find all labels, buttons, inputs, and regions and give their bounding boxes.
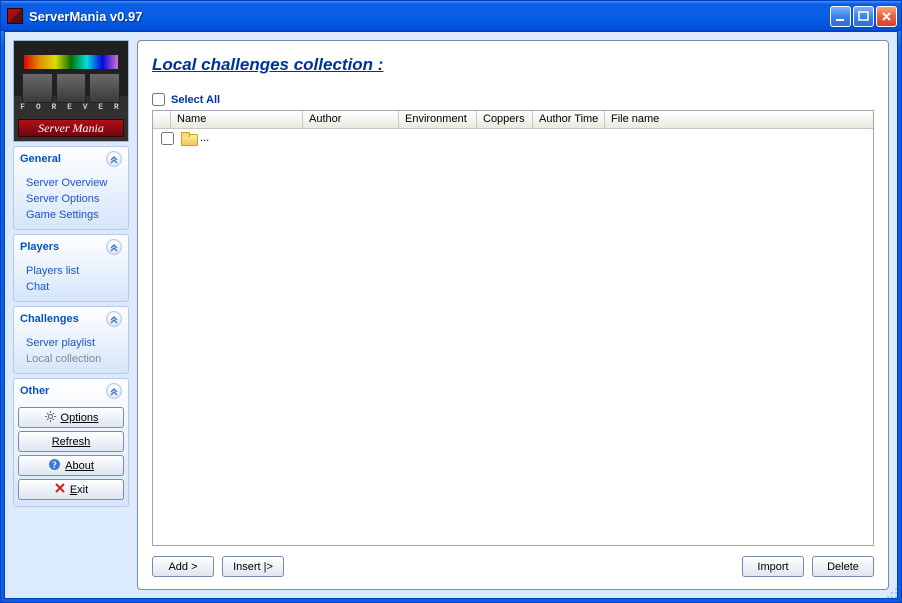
options-button[interactable]: Options	[18, 407, 124, 428]
button-label: Options	[61, 412, 99, 424]
col-checkbox[interactable]	[153, 111, 171, 128]
chevron-up-icon	[106, 151, 122, 167]
chevron-up-icon	[106, 239, 122, 255]
col-file-name[interactable]: File name	[605, 111, 859, 128]
delete-button[interactable]: Delete	[812, 556, 874, 577]
import-button[interactable]: Import	[742, 556, 804, 577]
button-label: About	[65, 460, 94, 472]
nav-server-overview[interactable]: Server Overview	[26, 175, 126, 191]
section-other: Other Options Refresh ? About	[13, 378, 129, 507]
page-title: Local challenges collection :	[152, 55, 874, 75]
button-label: Refresh	[52, 436, 91, 448]
section-other-header[interactable]: Other	[14, 379, 128, 403]
app-icon	[7, 8, 23, 24]
challenge-list: Name Author Environment Coppers Author T…	[152, 110, 874, 546]
help-icon: ?	[48, 458, 61, 474]
section-title: General	[20, 153, 106, 165]
nav-chat[interactable]: Chat	[26, 279, 126, 295]
close-button[interactable]	[876, 6, 897, 27]
minimize-button[interactable]	[830, 6, 851, 27]
insert-button[interactable]: Insert |>	[222, 556, 284, 577]
chevron-up-icon	[106, 311, 122, 327]
window-title: ServerMania v0.97	[29, 9, 830, 24]
gear-icon	[44, 410, 57, 426]
exit-button[interactable]: Exit	[18, 479, 124, 500]
section-players: Players Players list Chat	[13, 234, 129, 302]
resize-grip[interactable]	[884, 585, 898, 599]
app-logo: F O R E V E R Server Mania	[13, 40, 129, 142]
section-general: General Server Overview Server Options G…	[13, 146, 129, 230]
add-button[interactable]: Add >	[152, 556, 214, 577]
nav-players-list[interactable]: Players list	[26, 263, 126, 279]
col-tail[interactable]	[859, 111, 873, 128]
nav-server-playlist[interactable]: Server playlist	[26, 335, 126, 351]
section-challenges-header[interactable]: Challenges	[14, 307, 128, 331]
refresh-button[interactable]: Refresh	[18, 431, 124, 452]
col-name[interactable]: Name	[171, 111, 303, 128]
about-button[interactable]: ? About	[18, 455, 124, 476]
button-label: Exit	[70, 484, 88, 496]
title-bar: ServerMania v0.97	[1, 1, 901, 31]
select-all-label: Select All	[171, 94, 220, 106]
col-coppers[interactable]: Coppers	[477, 111, 533, 128]
list-header: Name Author Environment Coppers Author T…	[153, 111, 873, 129]
folder-icon	[181, 132, 196, 144]
svg-text:?: ?	[52, 460, 57, 470]
logo-brand-text: Server Mania	[18, 119, 124, 137]
logo-forever-text: F O R E V E R	[14, 103, 128, 112]
main-panel: Local challenges collection : Select All…	[137, 40, 889, 590]
sidebar: F O R E V E R Server Mania General Serve…	[13, 40, 129, 590]
col-environment[interactable]: Environment	[399, 111, 477, 128]
button-bar: Add > Insert |> Import Delete	[152, 556, 874, 577]
row-checkbox[interactable]	[161, 132, 174, 145]
section-title: Players	[20, 241, 106, 253]
section-players-header[interactable]: Players	[14, 235, 128, 259]
nav-server-options[interactable]: Server Options	[26, 191, 126, 207]
nav-game-settings[interactable]: Game Settings	[26, 207, 126, 223]
nav-local-collection[interactable]: Local collection	[26, 351, 126, 367]
chevron-up-icon	[106, 383, 122, 399]
section-general-header[interactable]: General	[14, 147, 128, 171]
close-icon	[54, 482, 66, 497]
col-author-time[interactable]: Author Time	[533, 111, 605, 128]
list-row[interactable]: ...	[153, 129, 873, 147]
section-title: Other	[20, 385, 106, 397]
section-title: Challenges	[20, 313, 106, 325]
col-author[interactable]: Author	[303, 111, 399, 128]
row-name: ...	[200, 132, 209, 144]
select-all-checkbox[interactable]	[152, 93, 165, 106]
section-challenges: Challenges Server playlist Local collect…	[13, 306, 129, 374]
maximize-button[interactable]	[853, 6, 874, 27]
